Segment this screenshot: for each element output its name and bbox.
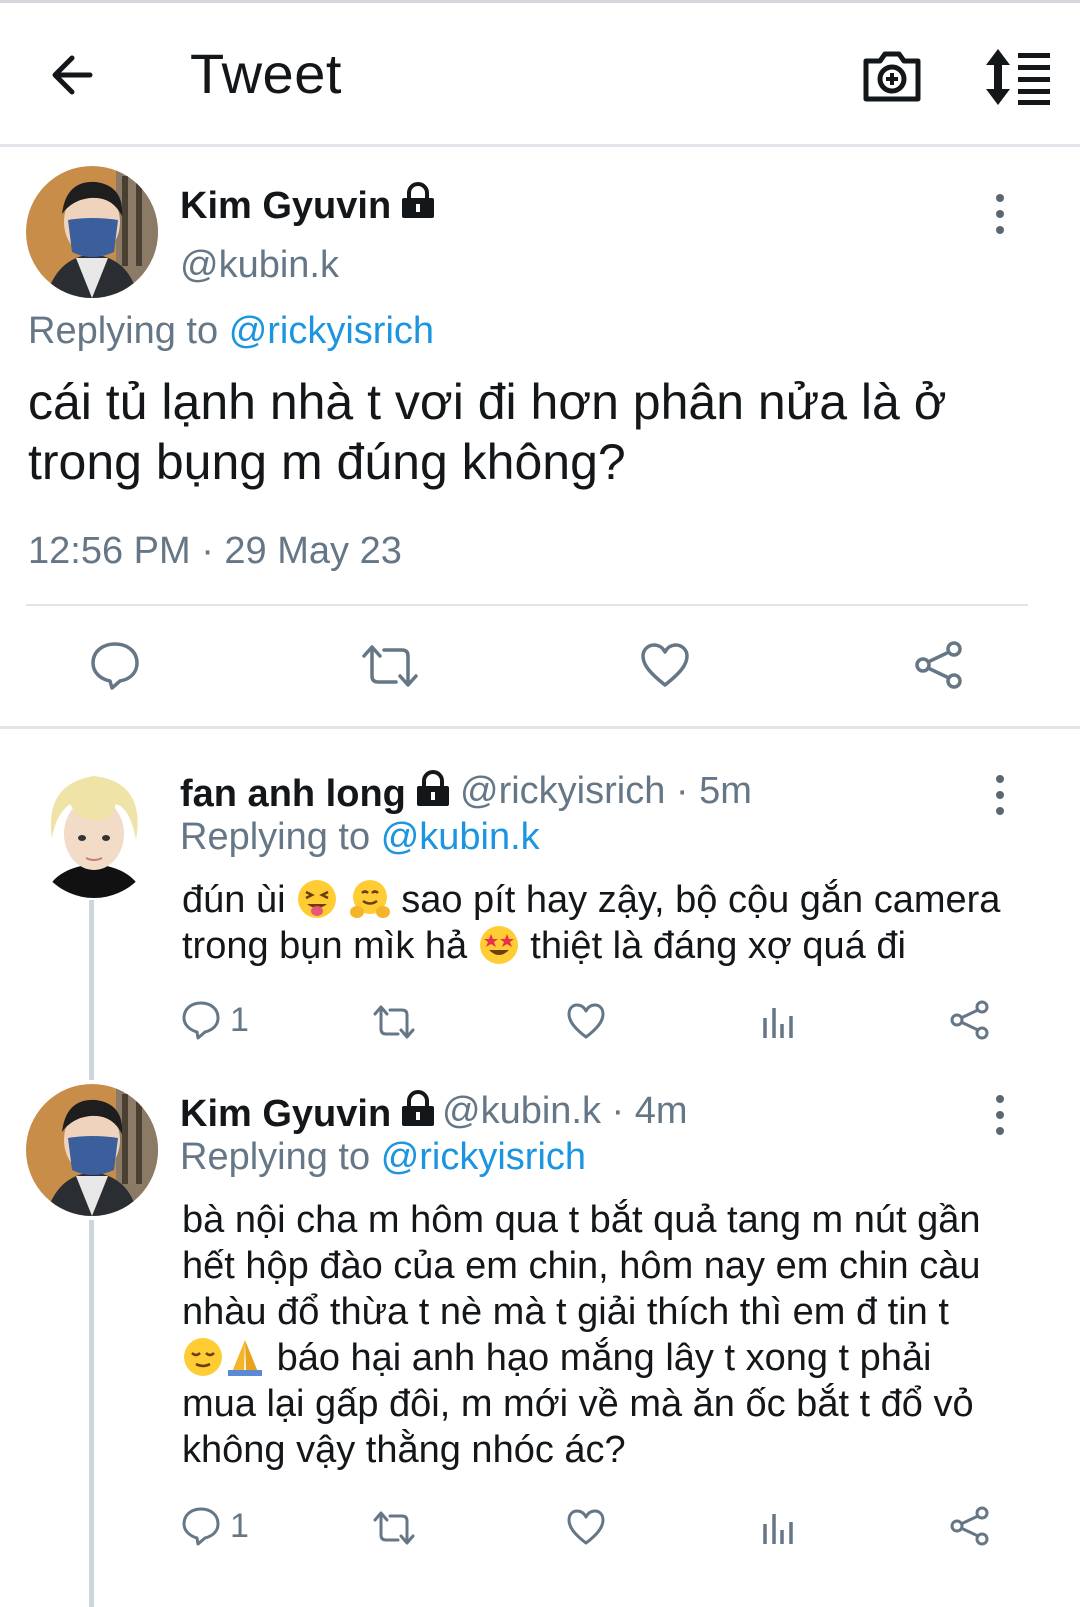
- page-title: Tweet: [190, 42, 342, 105]
- tweet-text: cái tủ lạnh nhà t vơi đi hơn phân nửa là…: [28, 372, 1028, 492]
- retweet-icon[interactable]: [372, 1510, 416, 1546]
- reply-count: 1: [230, 1000, 249, 1039]
- divider: [26, 604, 1028, 606]
- reply-text-part: báo hại anh hạo mắng lây t xong t phải: [276, 1337, 932, 1379]
- sort-icon[interactable]: [984, 47, 1054, 107]
- reply-author-name[interactable]: fan anh long: [180, 770, 452, 816]
- camera-plus-icon[interactable]: [860, 43, 924, 107]
- avatar-kim-gyuvin[interactable]: [26, 166, 158, 298]
- reply-text-line: đún ùi sao pít hay zậy, bộ cộu gắn camer…: [182, 877, 1042, 923]
- hugging-emoji-icon: [349, 880, 390, 918]
- reply-text-line: báo hại anh hạo mắng lây t xong t phải: [182, 1335, 1042, 1381]
- star-struck-emoji-icon: [479, 926, 518, 964]
- reply-count: 1: [230, 1506, 249, 1545]
- reply-text: đún ùi sao pít hay zậy, bộ cộu gắn camer…: [182, 877, 1042, 969]
- reply-icon: [182, 1507, 220, 1546]
- thread-line: [89, 1220, 94, 1607]
- reply-text-line: trong bụn mìk hả thiệt là đáng xợ quá đi: [182, 923, 1042, 969]
- reply-action[interactable]: 1: [182, 1506, 249, 1546]
- tweet-text-line: cái tủ lạnh nhà t vơi đi hơn phân nửa là…: [28, 374, 947, 430]
- replying-label: Replying to: [180, 1136, 371, 1178]
- section-divider: [0, 726, 1080, 729]
- tongue-wink-emoji-icon: [298, 880, 337, 918]
- more-options-icon[interactable]: [993, 194, 1007, 250]
- tweet-text-line: trong bụng m đúng không?: [28, 434, 626, 490]
- replying-to: Replying to @kubin.k: [180, 816, 540, 859]
- reply-action[interactable]: 1: [182, 1000, 249, 1040]
- reply-text-line: nhàu đổ thừa t nè mà t giải thích thì em…: [182, 1291, 949, 1333]
- author-name-text: Kim Gyuvin: [180, 185, 392, 227]
- reply-text-line: hết hộp đào của em chin, hôm nay em chin…: [182, 1245, 981, 1287]
- more-options-icon[interactable]: [993, 775, 1007, 831]
- author-name[interactable]: Kim Gyuvin: [180, 182, 437, 228]
- like-icon[interactable]: [640, 642, 690, 688]
- mention-link[interactable]: @rickyisrich: [229, 310, 434, 352]
- retweet-icon[interactable]: [360, 642, 420, 690]
- reply-text-part: sao pít hay zậy, bộ cộu gắn camera: [401, 879, 1001, 921]
- reply-text-line: bà nội cha m hôm qua t bắt quả tang m nú…: [182, 1199, 981, 1241]
- reply-author-handle[interactable]: @rickyisrich · 5m: [460, 770, 752, 813]
- tweet-timestamp[interactable]: 12:56 PM · 29 May 23: [28, 530, 402, 573]
- lock-icon: [402, 1090, 435, 1126]
- reply-icon[interactable]: [90, 640, 140, 690]
- replying-to: Replying to @rickyisrich: [28, 310, 434, 353]
- reply-author-name[interactable]: Kim Gyuvin: [180, 1090, 437, 1136]
- retweet-icon[interactable]: [372, 1004, 416, 1040]
- reply-text-line: không vậy thằng nhóc ác?: [182, 1429, 626, 1471]
- thread-line: [89, 900, 94, 1080]
- share-icon[interactable]: [950, 1000, 990, 1040]
- analytics-icon[interactable]: [760, 1508, 796, 1546]
- lock-icon: [402, 182, 435, 218]
- reply-icon: [182, 1001, 220, 1040]
- reply-author-handle[interactable]: @kubin.k · 4m: [442, 1090, 688, 1133]
- arrow-left-icon[interactable]: [44, 45, 104, 105]
- mention-link[interactable]: @kubin.k: [381, 816, 540, 858]
- like-icon[interactable]: [566, 1002, 606, 1040]
- lock-icon: [416, 770, 449, 806]
- relieved-face-emoji-icon: [184, 1338, 222, 1376]
- share-icon[interactable]: [950, 1506, 990, 1546]
- app-header: Tweet: [0, 3, 1080, 147]
- share-icon[interactable]: [914, 640, 964, 690]
- reply-text-part: trong bụn mìk hả: [182, 925, 468, 967]
- like-icon[interactable]: [566, 1508, 606, 1546]
- reply-text-part: đún ùi: [182, 879, 286, 921]
- folded-hands-emoji-icon: [228, 1340, 262, 1376]
- more-options-icon[interactable]: [993, 1095, 1007, 1151]
- mention-link[interactable]: @rickyisrich: [381, 1136, 586, 1178]
- reply-author-name-text: fan anh long: [180, 773, 406, 815]
- reply-author-name-text: Kim Gyuvin: [180, 1093, 392, 1135]
- replying-label: Replying to: [28, 310, 219, 352]
- reply-text: bà nội cha m hôm qua t bắt quả tang m nú…: [182, 1197, 1042, 1473]
- reply-text-part: thiệt là đáng xợ quá đi: [530, 925, 906, 967]
- avatar-fan-anh-long[interactable]: [30, 764, 158, 898]
- reply-text-line: mua lại gấp đôi, m mới về mà ăn ốc bắt t…: [182, 1383, 974, 1425]
- analytics-icon[interactable]: [760, 1002, 796, 1040]
- replying-to: Replying to @rickyisrich: [180, 1136, 586, 1179]
- avatar-kim-gyuvin[interactable]: [26, 1084, 158, 1216]
- author-handle[interactable]: @kubin.k: [180, 244, 339, 287]
- replying-label: Replying to: [180, 816, 371, 858]
